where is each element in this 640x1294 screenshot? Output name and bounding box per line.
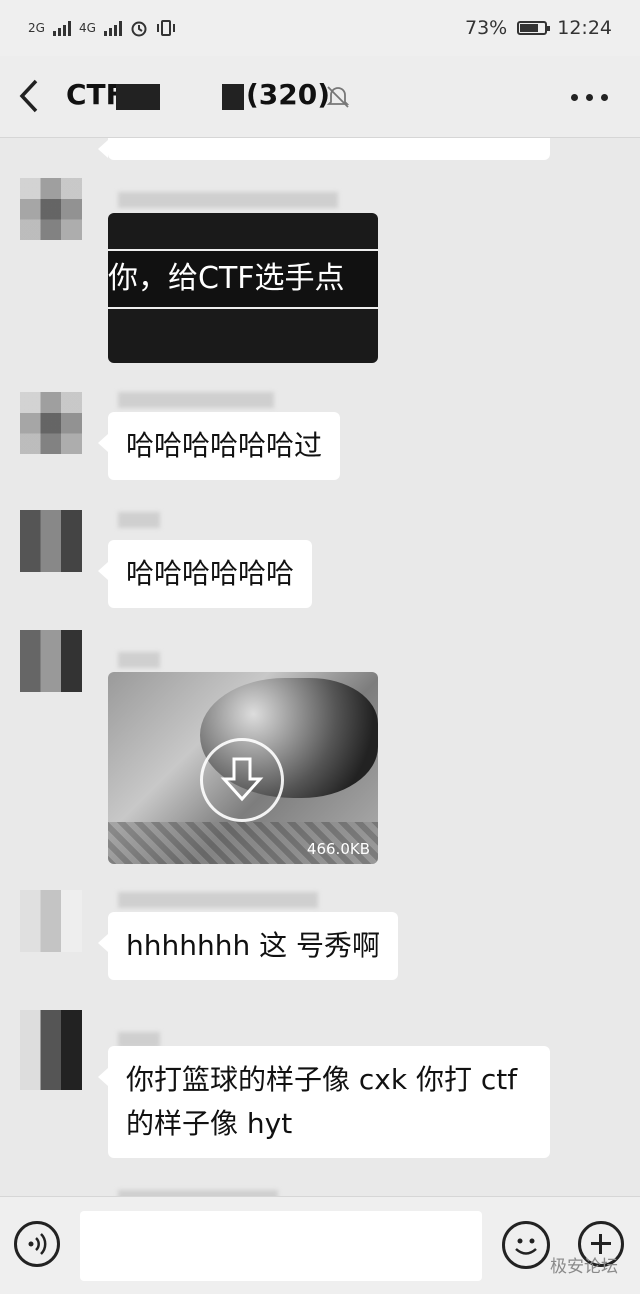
member-count: (320) (246, 78, 331, 111)
bell-off-icon (326, 86, 350, 108)
message-bubble[interactable]: 你打篮球的样子像 cxk 你打 ctf 的样子像 hyt (98, 1046, 550, 1158)
signal-icon (103, 20, 122, 36)
emoji-button[interactable] (502, 1221, 550, 1269)
back-button[interactable] (18, 78, 40, 120)
message-input[interactable] (80, 1211, 482, 1281)
watermark: 极安论坛 (550, 1257, 618, 1277)
vibrate-icon (156, 20, 175, 36)
voice-button[interactable] (14, 1221, 60, 1267)
avatar[interactable] (20, 630, 82, 692)
chevron-left-icon (19, 79, 38, 113)
avatar[interactable] (20, 392, 82, 454)
message-bubble[interactable]: 哈哈哈哈哈哈 (97, 540, 313, 608)
message-bubble[interactable]: 哈哈哈哈哈哈过 (97, 412, 341, 480)
avatar[interactable] (20, 890, 82, 952)
message-image-text[interactable]: 你，给CTF选手点 (108, 213, 378, 363)
redacted-title (116, 84, 160, 110)
sender-name (118, 892, 318, 908)
voice-icon (28, 1233, 47, 1255)
message-image[interactable]: 466.0KB (108, 672, 378, 864)
network-2g-label: 2G (28, 21, 45, 35)
avatar[interactable] (20, 178, 82, 240)
message-bubble[interactable]: hhhhhhh 这 号秀啊 (97, 912, 399, 980)
chat-area[interactable]: 你，给CTF选手点 哈哈哈哈哈哈过 哈哈哈哈哈哈 466.0KB hhhhhhh… (0, 138, 640, 1196)
image-caption: 你，给CTF选手点 (108, 261, 345, 296)
alarm-icon (131, 21, 147, 37)
signal-icon (52, 20, 71, 36)
status-left: 2G 4G (28, 19, 176, 37)
status-right: 73% 12:24 (465, 17, 612, 39)
clock: 12:24 (557, 17, 612, 39)
avatar[interactable] (20, 510, 82, 572)
redacted-title (222, 84, 244, 110)
download-icon (220, 757, 264, 802)
battery-fill (520, 24, 538, 32)
more-button[interactable] (571, 94, 608, 101)
network-4g-label: 4G (78, 21, 96, 35)
sender-name (118, 192, 338, 208)
status-bar: 2G 4G 73% 12:24 (0, 0, 640, 56)
sender-name (118, 652, 160, 668)
emoji-icon (515, 1238, 537, 1255)
mute-button[interactable] (325, 84, 351, 110)
battery-icon (517, 21, 551, 35)
download-button[interactable] (200, 738, 284, 822)
battery-percent: 73% (465, 17, 508, 39)
sender-name (118, 512, 160, 528)
message-bubble-partial[interactable] (98, 138, 550, 160)
input-bar (0, 1196, 640, 1294)
file-size: 466.0KB (306, 840, 370, 858)
chat-header: CTF (320) (0, 56, 640, 138)
more-dots-icon (571, 94, 608, 101)
sender-name (118, 392, 274, 408)
avatar[interactable] (20, 1010, 82, 1090)
